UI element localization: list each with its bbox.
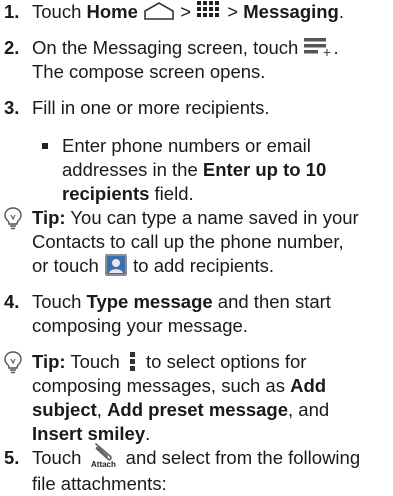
- text-run: , and: [288, 399, 330, 421]
- tip-text: Tip: Touch to select options for composi…: [32, 350, 390, 446]
- lightbulb-icon: [2, 206, 24, 230]
- text-run: .: [145, 423, 151, 445]
- contact-icon: [104, 253, 128, 277]
- text-run: You can type a name saved in your: [65, 207, 359, 228]
- menu-icon: [125, 350, 141, 372]
- text-run: Contacts to call up the phone number,: [32, 231, 344, 252]
- option-name: subject: [32, 399, 97, 421]
- tip-label: Tip:: [32, 351, 66, 372]
- paperclip-icon: Attach: [87, 442, 121, 469]
- home-label: Home: [86, 1, 138, 22]
- text-run: Enter phone numbers or email: [62, 135, 311, 156]
- step-number: 3.: [4, 97, 20, 118]
- step-number: 2.: [4, 37, 20, 58]
- text-run: ,: [96, 399, 108, 421]
- step-number: 5.: [4, 447, 20, 468]
- new-message-icon: [303, 35, 333, 57]
- step-number: 4.: [4, 291, 20, 312]
- step-text: Fill in one or more recipients.: [32, 97, 270, 118]
- text-run: or touch: [32, 255, 104, 276]
- lightbulb-icon: [2, 350, 24, 374]
- text-run: and then start: [212, 291, 331, 312]
- text-run: to select options for: [140, 351, 307, 372]
- text-run: file attachments:: [32, 473, 167, 495]
- text-run: to add recipients.: [128, 255, 275, 276]
- tip-label: Tip:: [32, 207, 66, 228]
- text-run: On the Messaging screen, touch: [32, 37, 304, 58]
- home-icon: [143, 1, 175, 21]
- text-run: Touch: [32, 291, 87, 312]
- step-text: Touch Type message and then start compos…: [32, 290, 390, 338]
- bullet-text: Enter phone numbers or email addresses i…: [62, 134, 390, 206]
- option-name: Add preset message: [107, 399, 289, 421]
- text-run: composing messages, such as: [32, 375, 291, 397]
- step-text: On the Messaging screen, touch . The com…: [32, 36, 390, 84]
- step-text: Touch Attach and select from the followi…: [32, 443, 390, 496]
- bullet-marker: [42, 143, 48, 149]
- text-run: addresses in the: [62, 159, 203, 180]
- field-name: Enter up to 10: [202, 159, 327, 180]
- text-run: composing your message.: [32, 315, 248, 336]
- step-number: 1.: [4, 1, 20, 22]
- field-name: recipients: [62, 183, 150, 204]
- text-run: Touch: [65, 351, 125, 372]
- text-run: The compose screen opens.: [32, 61, 266, 83]
- text-run: Touch: [32, 447, 87, 468]
- svg-text:Attach: Attach: [91, 460, 116, 468]
- step-text: Touch Home > > Messaging.: [32, 0, 390, 24]
- option-name: Add: [290, 375, 327, 397]
- text-run: and select from the following: [120, 447, 361, 468]
- option-name: Insert smiley: [32, 423, 146, 445]
- tip-text: Tip: You can type a name saved in your C…: [32, 206, 390, 279]
- text-run: .: [338, 1, 344, 22]
- text-run: field.: [149, 183, 194, 204]
- separator: >: [175, 1, 197, 22]
- separator: >: [222, 1, 244, 22]
- text-run: .: [333, 37, 339, 58]
- messaging-label: Messaging: [243, 1, 339, 22]
- document-page: 1. Touch Home > > Messaging. 2. On the M…: [0, 0, 393, 496]
- apps-grid-icon: [196, 0, 222, 22]
- text-run: Touch: [32, 1, 87, 22]
- field-name: Type message: [86, 291, 213, 312]
